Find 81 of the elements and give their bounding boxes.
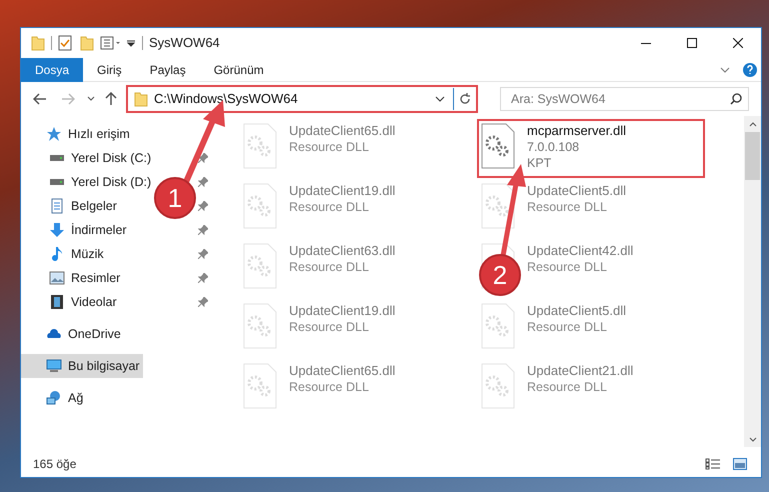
refresh-icon[interactable] xyxy=(459,93,471,105)
navigation-item[interactable]: Resimler xyxy=(46,266,124,290)
navigation-item[interactable]: Ağ xyxy=(43,386,86,410)
star-icon xyxy=(46,126,62,142)
file-name: UpdateClient19.dll xyxy=(289,183,396,199)
folder-icon xyxy=(31,35,45,51)
download-arrow-icon xyxy=(49,222,65,238)
details-view-icon[interactable] xyxy=(705,458,721,470)
vertical-scrollbar[interactable] xyxy=(744,116,761,447)
scroll-up-icon[interactable] xyxy=(748,122,756,127)
ribbon-tab[interactable]: Görünüm xyxy=(200,58,278,82)
file-name: mcparmserver.dll xyxy=(527,123,626,139)
file-name: UpdateClient63.dll xyxy=(289,243,396,259)
picture-icon xyxy=(49,270,65,286)
back-arrow-icon[interactable] xyxy=(33,93,47,105)
properties-icon[interactable] xyxy=(58,35,72,51)
scrollbar-thumb[interactable] xyxy=(745,132,760,180)
file-detail: Resource DLL xyxy=(289,259,370,275)
help-icon[interactable] xyxy=(743,62,757,76)
up-arrow-icon[interactable] xyxy=(105,92,117,106)
film-icon xyxy=(49,294,65,310)
large-icons-view-icon[interactable] xyxy=(733,458,747,470)
document-icon xyxy=(49,198,65,214)
scroll-down-icon[interactable] xyxy=(748,437,756,442)
file-detail: Resource DLL xyxy=(289,319,370,335)
maximize-icon xyxy=(687,38,697,48)
navigation-item[interactable]: Yerel Disk (C:) xyxy=(46,146,154,170)
search-icon[interactable] xyxy=(730,93,742,105)
pin-icon[interactable] xyxy=(198,177,208,187)
file-detail: 7.0.0.108 xyxy=(527,139,580,155)
folder-icon xyxy=(134,91,148,107)
file-detail: Resource DLL xyxy=(289,199,370,215)
navigation-item[interactable]: Belgeler xyxy=(46,194,120,218)
dropdown-caret-icon[interactable] xyxy=(435,96,445,102)
ribbon-tab[interactable]: Dosya xyxy=(21,58,84,82)
window-title: SysWOW64 xyxy=(149,34,220,52)
file-detail: Resource DLL xyxy=(289,139,370,155)
address-field[interactable]: C:\Windows\SysWOW64 xyxy=(126,85,478,113)
close-icon xyxy=(733,38,743,48)
pin-icon[interactable] xyxy=(198,297,208,307)
navigation-item[interactable]: Videolar xyxy=(46,290,120,314)
network-icon xyxy=(46,390,62,406)
ribbon-tab[interactable]: Paylaş xyxy=(136,58,200,82)
file-detail: Resource DLL xyxy=(527,319,608,335)
new-folder-icon xyxy=(80,35,94,51)
minimize-icon xyxy=(641,42,651,44)
drive-icon xyxy=(49,178,65,186)
file-detail: Resource DLL xyxy=(289,379,370,395)
drive-icon xyxy=(49,154,65,162)
music-note-icon xyxy=(49,246,65,262)
view-options-icon[interactable] xyxy=(100,36,122,50)
file-name: UpdateClient65.dll xyxy=(289,123,396,139)
recent-locations-icon[interactable] xyxy=(87,96,95,102)
customize-toolbar-icon[interactable] xyxy=(126,38,136,48)
navigation-item[interactable]: Hızlı erişim xyxy=(43,122,133,146)
file-name: UpdateClient5.dll xyxy=(527,303,626,319)
file-name: UpdateClient19.dll xyxy=(289,303,396,319)
navigation-item[interactable]: İndirmeler xyxy=(46,218,130,242)
address-path: C:\Windows\SysWOW64 xyxy=(154,90,299,108)
pin-icon[interactable] xyxy=(198,201,208,211)
pin-icon[interactable] xyxy=(198,225,208,235)
navigation-item[interactable]: OneDrive xyxy=(43,322,124,346)
pin-icon[interactable] xyxy=(198,273,208,283)
search-field[interactable]: Ara: SysWOW64 xyxy=(500,87,749,111)
file-detail: Resource DLL xyxy=(527,199,608,215)
navigation-item[interactable]: Müzik xyxy=(46,242,107,266)
file-name: UpdateClient65.dll xyxy=(289,363,396,379)
item-count: 165 öğe xyxy=(33,456,76,473)
navigation-item[interactable]: Yerel Disk (D:) xyxy=(46,170,154,194)
expand-ribbon-icon[interactable] xyxy=(720,66,730,72)
pin-icon[interactable] xyxy=(198,249,208,259)
computer-icon xyxy=(46,358,62,374)
file-detail: Resource DLL xyxy=(527,379,608,395)
pin-icon[interactable] xyxy=(198,153,208,163)
navigation-item[interactable]: Bu bilgisayar xyxy=(21,354,143,378)
ribbon-tab[interactable]: Giriş xyxy=(83,58,136,82)
file-detail: Resource DLL xyxy=(527,259,608,275)
file-detail: KPT xyxy=(527,155,552,171)
file-name: UpdateClient5.dll xyxy=(527,183,626,199)
file-name: UpdateClient42.dll xyxy=(527,243,634,259)
file-name: UpdateClient21.dll xyxy=(527,363,634,379)
